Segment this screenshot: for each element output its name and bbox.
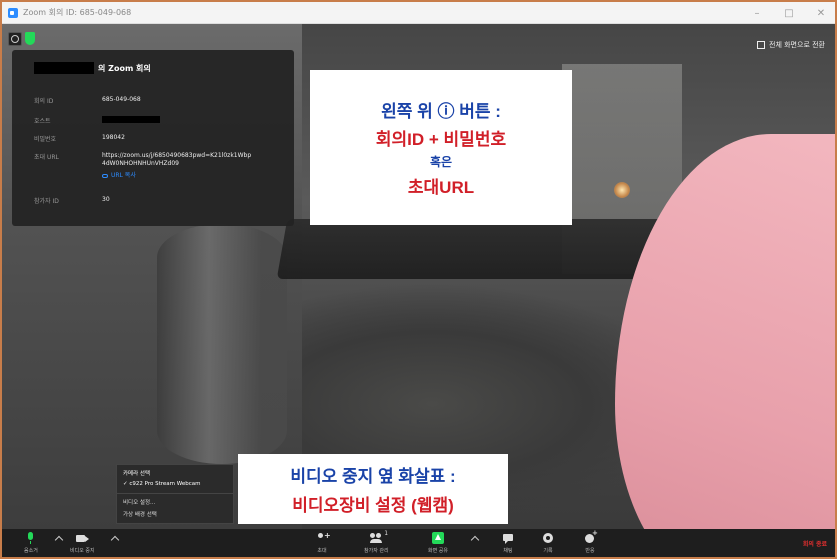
callout-line: 비디오 중지 옆 화살표 : <box>290 467 456 486</box>
info-row-participant-id: 참가자 ID 30 <box>34 196 252 205</box>
annotation-callout-info: 왼쪽 위 ⓘ 버튼 : 회의ID + 비밀번호 혹은 초대URL <box>310 70 572 225</box>
encryption-shield-icon[interactable] <box>25 32 35 45</box>
video-settings-item[interactable]: 비디오 설정... <box>123 498 155 506</box>
camera-menu-header: 카메라 선택 <box>123 471 151 477</box>
mute-label: 음소거 <box>24 548 38 554</box>
info-key: 참가자 ID <box>34 198 59 205</box>
callout-line: 회의ID + 비밀번호 <box>375 130 507 149</box>
info-value: 685-049-068 <box>102 96 141 103</box>
reactions-label: 반응 <box>585 548 595 554</box>
redacted-host-name <box>34 62 94 74</box>
participants-icon: 1 <box>370 530 388 544</box>
callout-line: 혹은 <box>429 155 453 169</box>
video-light-glow <box>614 182 630 198</box>
fullscreen-button[interactable]: 전체 화면으로 전환 <box>757 40 825 50</box>
audio-options-chevron-icon[interactable] <box>54 535 64 545</box>
maximize-button[interactable]: □ <box>781 8 797 19</box>
meeting-toolbar: 음소거 비디오 중지 초대 1 참가자 관리 화면 공유 채팅 <box>2 529 835 557</box>
window-controls: – □ ✕ <box>749 2 829 24</box>
record-button[interactable]: 기록 <box>542 532 554 554</box>
virtual-background-item[interactable]: 가상 배경 선택 <box>123 510 157 518</box>
record-icon <box>542 532 554 544</box>
redacted-host <box>102 116 160 123</box>
info-row-meeting-id: 회의 ID 685-049-068 <box>34 96 252 105</box>
stop-video-label: 비디오 중지 <box>70 548 95 554</box>
reactions-icon <box>584 529 598 544</box>
participants-label: 참가자 관리 <box>364 548 389 554</box>
close-button[interactable]: ✕ <box>813 8 829 19</box>
video-object-keyboard <box>276 219 688 279</box>
link-icon <box>102 174 108 178</box>
video-options-chevron-icon[interactable] <box>110 535 120 545</box>
status-icons <box>8 32 35 46</box>
callout-line: 초대URL <box>407 178 475 197</box>
microphone-icon <box>25 532 37 544</box>
reactions-button[interactable]: 반응 <box>584 529 598 554</box>
minimize-button[interactable]: – <box>749 8 765 19</box>
title-bar: Zoom 회의 ID: 685-049-068 – □ ✕ <box>2 2 835 24</box>
end-meeting-button[interactable]: 회의 종료 <box>803 539 827 548</box>
invite-button[interactable]: 초대 <box>316 531 331 554</box>
zoom-logo-icon <box>8 7 18 18</box>
zoom-window: Zoom 회의 ID: 685-049-068 – □ ✕ 전체 화면으로 전환… <box>0 0 837 559</box>
mute-button[interactable]: 음소거 <box>24 532 38 554</box>
panel-title-text: 의 Zoom 회의 <box>98 63 151 73</box>
stop-video-button[interactable]: 비디오 중지 <box>70 532 95 554</box>
chat-label: 채팅 <box>503 548 513 554</box>
meeting-info-panel: 의 Zoom 회의 회의 ID 685-049-068 호스트 비밀번호 198… <box>12 50 294 226</box>
invite-label: 초대 <box>317 548 327 554</box>
fullscreen-icon <box>757 41 766 49</box>
camera-option-c922[interactable]: ✓ c922 Pro Stream Webcam <box>123 481 201 487</box>
window-title: Zoom 회의 ID: 685-049-068 <box>23 8 132 17</box>
info-value: 198042 <box>102 134 125 141</box>
share-screen-icon <box>432 532 444 544</box>
record-label: 기록 <box>543 548 553 554</box>
meeting-info-icon[interactable] <box>8 32 22 46</box>
chat-button[interactable]: 채팅 <box>502 532 514 554</box>
info-key: 비밀번호 <box>34 136 57 143</box>
invite-icon <box>316 531 331 544</box>
callout-line: 왼쪽 위 ⓘ 버튼 : <box>381 102 501 121</box>
share-options-chevron-icon[interactable] <box>470 535 480 545</box>
info-value: 30 <box>102 196 110 203</box>
participant-count: 1 <box>384 530 389 537</box>
copy-url-label: URL 복사 <box>111 172 136 179</box>
annotation-callout-video: 비디오 중지 옆 화살표 : 비디오장비 설정 (웹캠) <box>238 454 508 524</box>
info-key: 초대 URL <box>34 154 59 161</box>
copy-url-button[interactable]: URL 복사 <box>102 172 252 180</box>
info-value: https://zoom.us/j/6850490683pwd=K21l0zk1… <box>102 152 252 180</box>
camera-select-menu: 카메라 선택 ✓ c922 Pro Stream Webcam 비디오 설정..… <box>116 464 234 524</box>
chat-icon <box>502 532 514 544</box>
menu-divider <box>117 493 233 494</box>
info-row-invite-url: 초대 URL https://zoom.us/j/6850490683pwd=K… <box>34 152 252 180</box>
info-row-host: 호스트 <box>34 116 252 126</box>
info-key: 호스트 <box>34 118 51 125</box>
info-row-password: 비밀번호 198042 <box>34 134 252 143</box>
invite-url-text[interactable]: https://zoom.us/j/6850490683pwd=K21l0zk1… <box>102 152 251 167</box>
fullscreen-label: 전체 화면으로 전환 <box>769 41 825 49</box>
participants-button[interactable]: 1 참가자 관리 <box>364 530 389 554</box>
share-screen-button[interactable]: 화면 공유 <box>428 532 448 554</box>
video-camera-icon <box>76 532 90 544</box>
share-screen-label: 화면 공유 <box>428 548 448 554</box>
panel-title: 의 Zoom 회의 <box>12 62 294 74</box>
info-value <box>102 116 252 126</box>
callout-line: 비디오장비 설정 (웹캠) <box>292 496 454 515</box>
info-key: 회의 ID <box>34 98 54 105</box>
video-object-pillar <box>157 224 287 464</box>
